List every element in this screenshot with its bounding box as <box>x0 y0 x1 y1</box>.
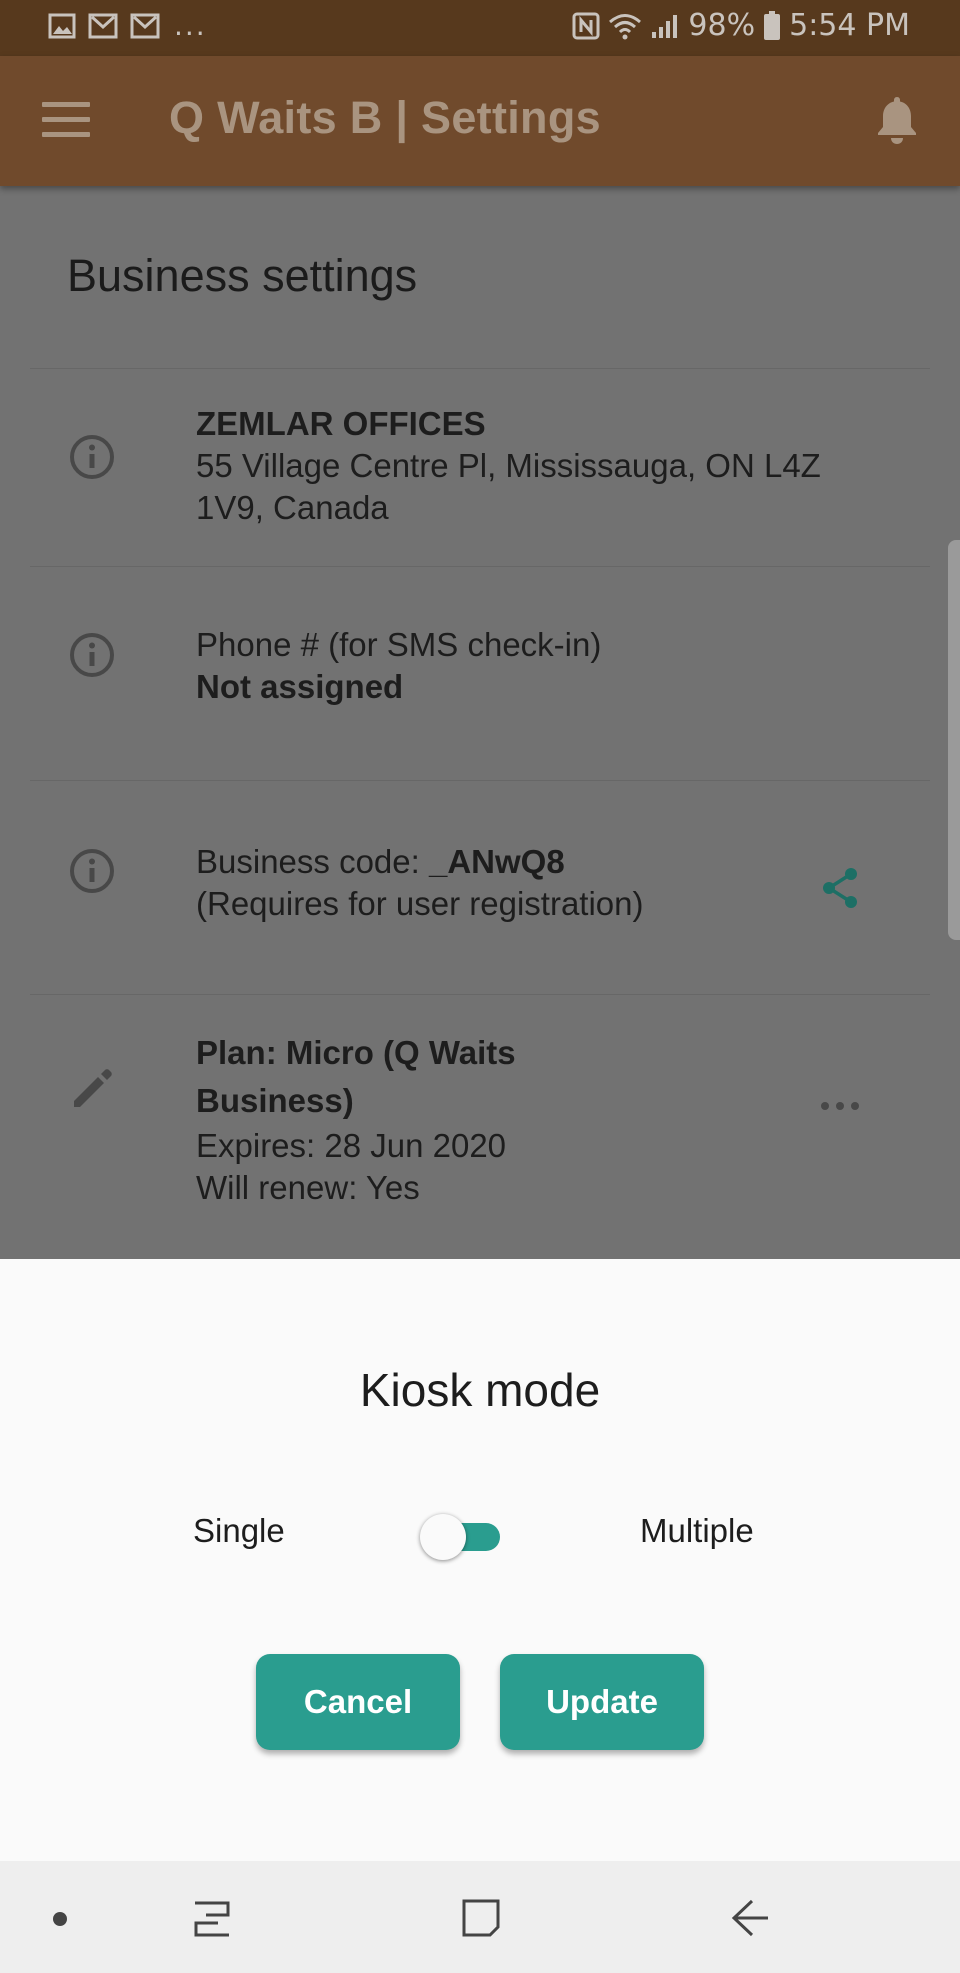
business-name: ZEMLAR OFFICES <box>196 405 486 442</box>
gallery-icon <box>48 13 76 39</box>
status-bar: ... 98% 5:54 PM <box>0 0 960 56</box>
status-system: 98% 5:54 PM <box>572 8 910 43</box>
app-bar: Q Waits B | Settings <box>0 56 960 186</box>
info-icon <box>70 435 114 479</box>
single-label: Single <box>193 1512 285 1549</box>
business-code-row[interactable]: Business code: _ANwQ8 (Requires for user… <box>30 780 930 995</box>
business-code-line: Business code: _ANwQ8 <box>196 841 836 883</box>
gmail-icon <box>88 13 118 39</box>
toggle-thumb[interactable] <box>420 1514 466 1560</box>
info-icon <box>70 849 114 893</box>
dialog-title: Kiosk mode <box>359 1364 601 1416</box>
app-title: Q Waits B | Settings <box>169 92 601 143</box>
business-row[interactable]: ZEMLAR OFFICES 55 Village Centre Pl, Mis… <box>30 368 930 567</box>
gmail-icon <box>130 13 160 39</box>
info-icon <box>70 633 114 677</box>
kiosk-mode-toggle[interactable] <box>420 1513 504 1560</box>
business-info: ZEMLAR OFFICES 55 Village Centre Pl, Mis… <box>196 403 836 529</box>
more-options-icon[interactable] <box>820 1101 860 1111</box>
kiosk-mode-dialog: Kiosk mode Single Multiple Cancel Update <box>0 1259 960 1861</box>
plan-renew: Will renew: Yes <box>196 1169 420 1206</box>
wifi-icon <box>609 13 642 39</box>
business-code-note: (Requires for user registration) <box>196 885 644 922</box>
nfc-icon <box>572 12 600 39</box>
phone-value: Not assigned <box>196 668 404 705</box>
edge-panel-handle[interactable] <box>948 540 960 940</box>
phone-info: Phone # (for SMS check-in) Not assigned <box>196 624 836 708</box>
update-button[interactable]: Update <box>500 1654 704 1750</box>
plan-info: Plan: Micro (Q Waits Business) Expires: … <box>196 1029 616 1209</box>
status-overflow: ... <box>174 9 207 42</box>
section-heading: Business settings <box>67 250 418 301</box>
business-address: 55 Village Centre Pl, Mississauga, ON L4… <box>196 447 821 526</box>
share-icon[interactable] <box>820 867 860 909</box>
edit-pencil-icon <box>74 1069 112 1107</box>
status-notifications: ... <box>48 12 207 40</box>
recent-apps-icon[interactable] <box>192 1899 232 1939</box>
plan-expires: Expires: 28 Jun 2020 <box>196 1127 507 1164</box>
navigation-bar <box>0 1861 960 1973</box>
menu-icon[interactable] <box>42 102 90 140</box>
status-time: 5:54 PM <box>789 8 910 43</box>
plan-row[interactable]: Plan: Micro (Q Waits Business) Expires: … <box>30 994 930 1243</box>
phone-row[interactable]: Phone # (for SMS check-in) Not assigned <box>30 566 930 781</box>
dot-indicator-icon[interactable] <box>52 1911 68 1927</box>
phone-label: Phone # (for SMS check-in) <box>196 626 602 663</box>
business-code-label: Business code: <box>196 843 429 880</box>
battery-percentage: 98% <box>688 8 756 43</box>
home-icon[interactable] <box>460 1897 502 1939</box>
plan-title: Plan: Micro (Q Waits Business) <box>196 1034 516 1119</box>
business-code-info: Business code: _ANwQ8 (Requires for user… <box>196 841 836 925</box>
signal-icon <box>652 14 678 38</box>
multiple-label: Multiple <box>640 1512 754 1549</box>
business-code-value: _ANwQ8 <box>428 843 565 880</box>
bell-icon[interactable] <box>874 94 920 146</box>
back-icon[interactable] <box>730 1897 770 1939</box>
cancel-button[interactable]: Cancel <box>256 1654 460 1750</box>
battery-icon <box>764 10 781 40</box>
